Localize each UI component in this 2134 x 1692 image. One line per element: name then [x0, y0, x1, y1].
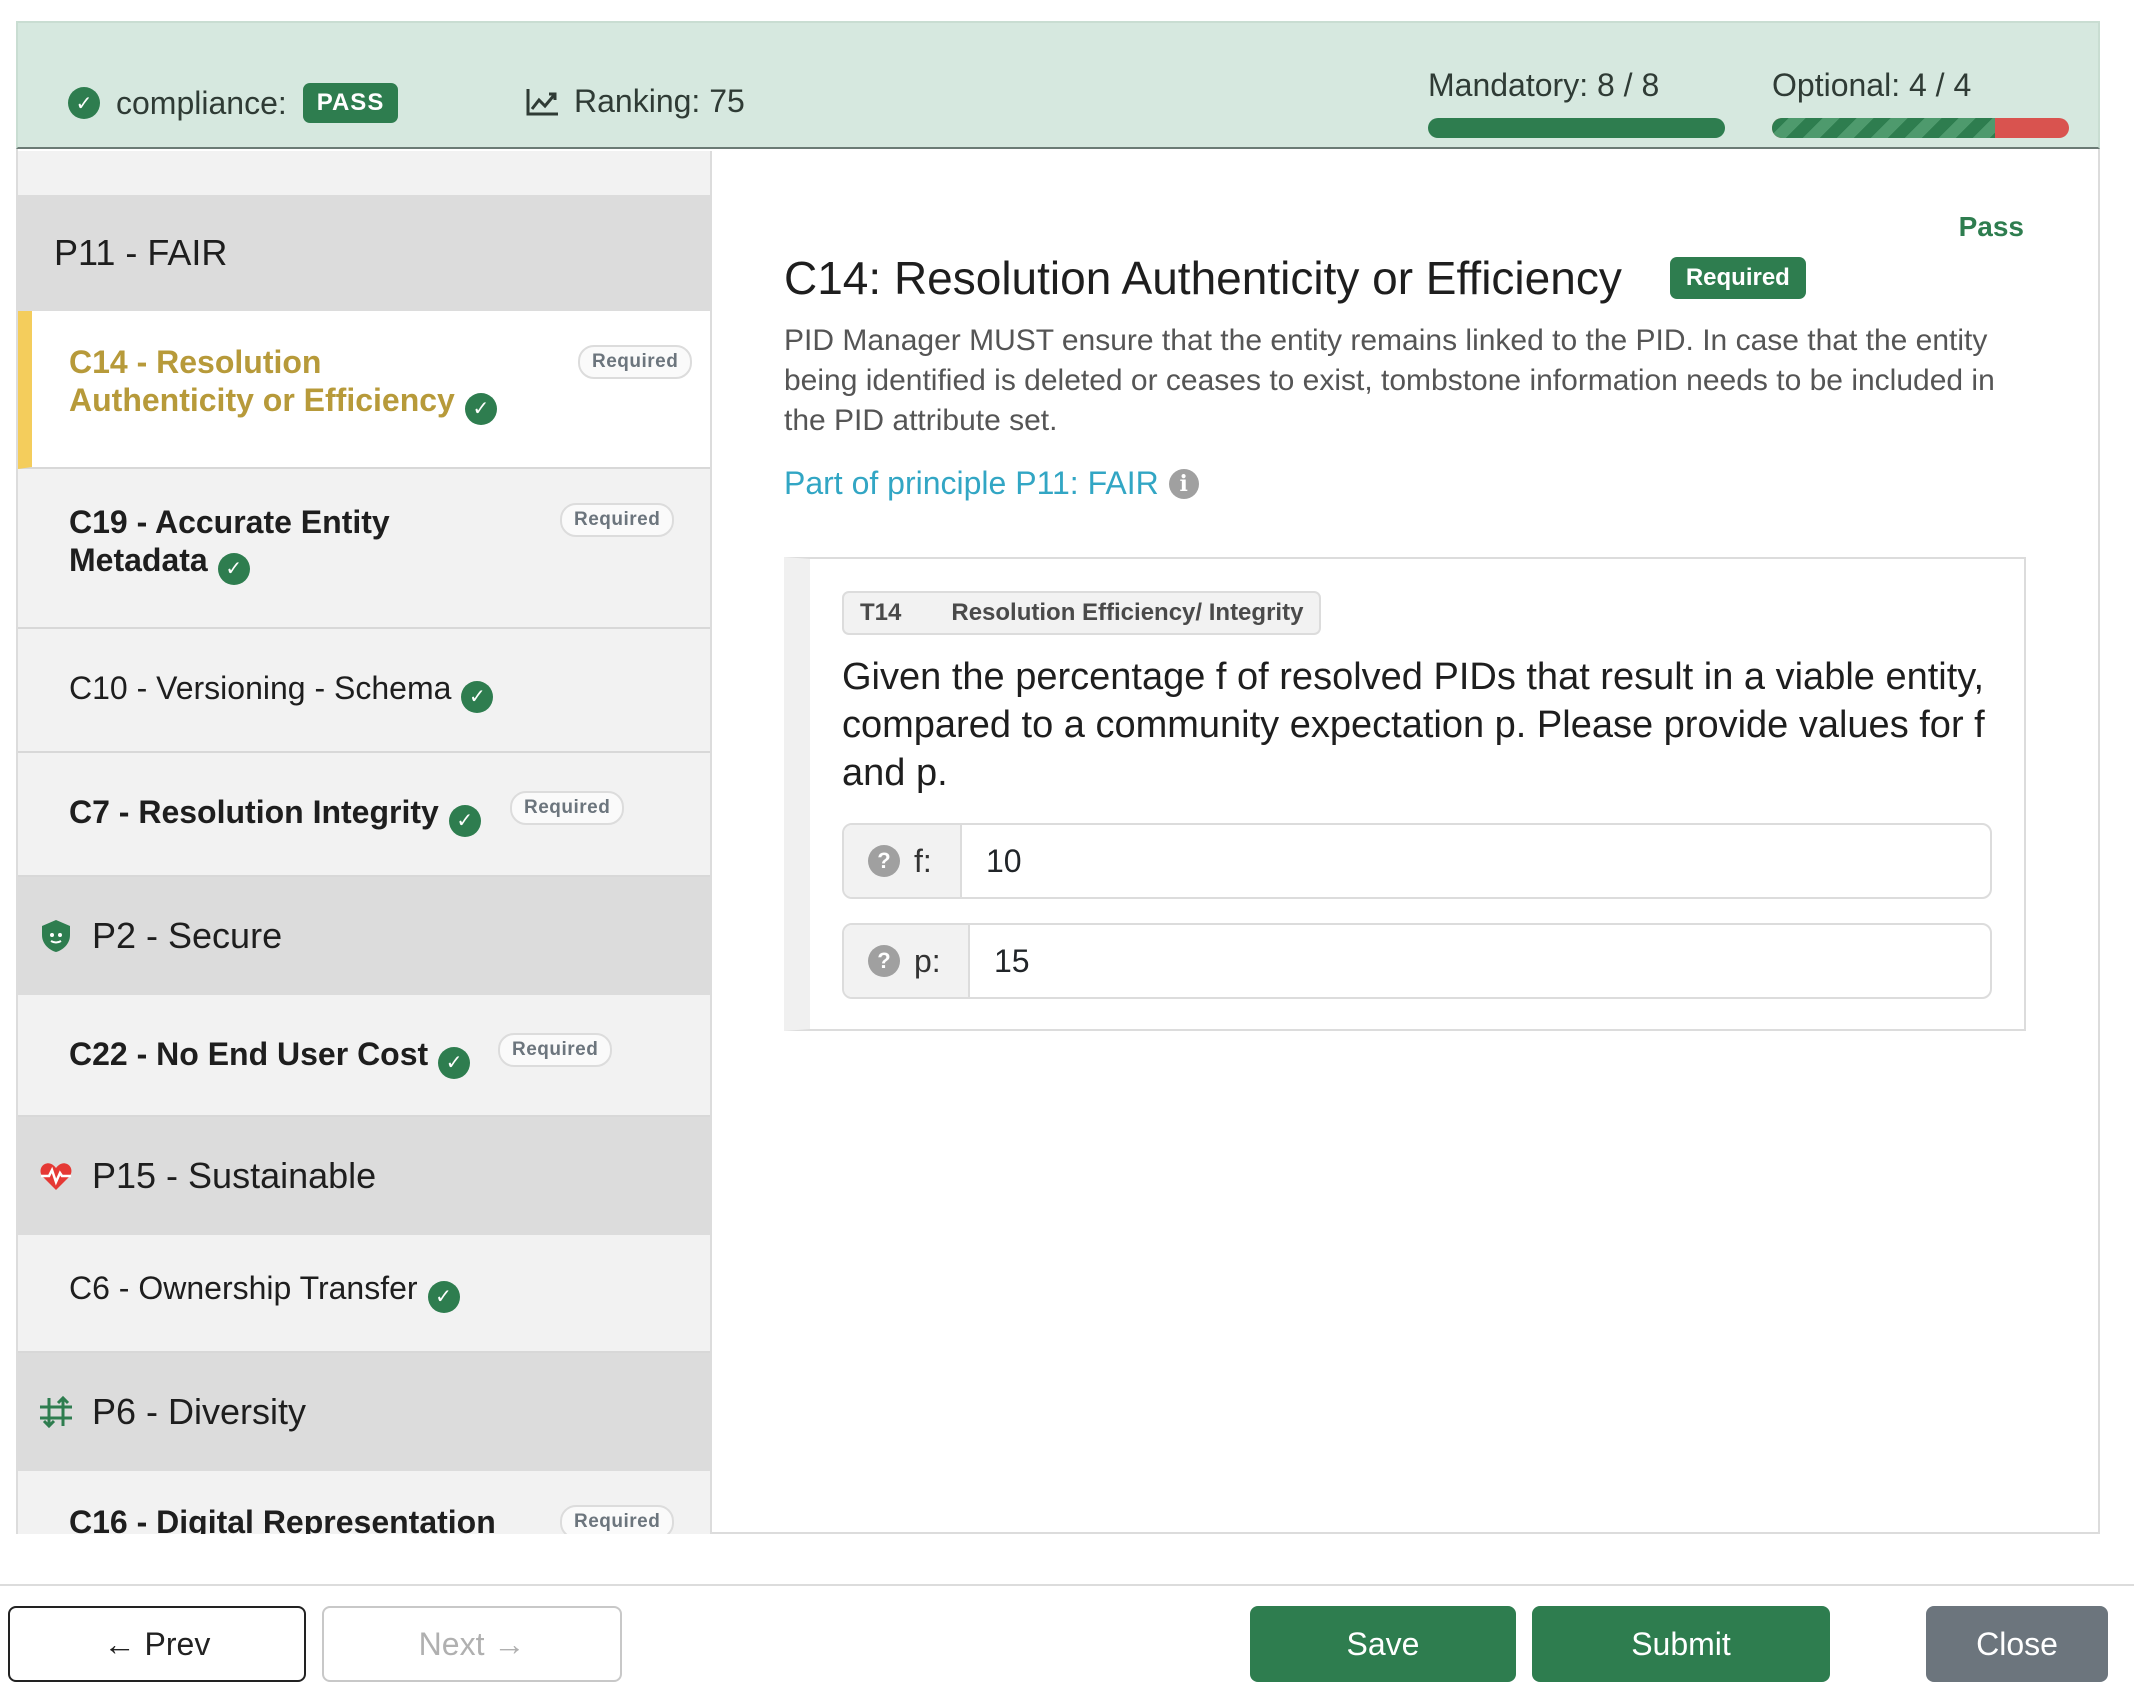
prev-button[interactable]: ← Prev	[8, 1606, 306, 1682]
p-field-label: ? p:	[844, 925, 970, 997]
criteria-sidebar[interactable]: P11 - FAIR C14 - Resolution Authenticity…	[18, 151, 712, 1534]
check-circle-icon: ✓	[438, 1047, 471, 1079]
optional-progress-fill	[1772, 118, 1995, 138]
f-field-label: ? f:	[844, 825, 962, 897]
f-input[interactable]	[962, 825, 1990, 897]
check-circle-icon: ✓	[464, 393, 497, 425]
line-chart-icon	[526, 88, 558, 115]
footer-actions: ← Prev Next → Save Submit Close	[0, 1584, 2134, 1692]
sidebar-principle-p15[interactable]: P15 - Sustainable	[18, 1117, 710, 1235]
required-pill: Required	[498, 1033, 613, 1067]
sidebar-item-c22[interactable]: C22 - No End User Cost ✓ Required	[18, 995, 710, 1117]
compliance-badge: PASS	[302, 83, 399, 123]
optional-progress: Optional: 4 / 4	[1772, 67, 2069, 138]
close-button[interactable]: Close	[1926, 1606, 2108, 1682]
ranking-label: Ranking: 75	[574, 83, 745, 119]
sidebar-item-label: C10 - Versioning - Schema ✓	[69, 669, 494, 713]
test-name: Resolution Efficiency/ Integrity	[951, 599, 1304, 626]
info-icon[interactable]: i	[1168, 468, 1199, 499]
shield-icon	[42, 920, 70, 952]
f-field: ? f:	[842, 823, 1992, 899]
principle-link[interactable]: Part of principle P11: FAIR i	[784, 465, 1199, 502]
check-circle-icon: ✓	[68, 87, 100, 119]
principle-link-label[interactable]: Part of principle P11: FAIR	[784, 465, 1159, 502]
question-circle-icon[interactable]: ?	[868, 845, 900, 877]
criterion-description: PID Manager MUST ensure that the entity …	[784, 324, 1995, 437]
sidebar-item-c14[interactable]: C14 - Resolution Authenticity or Efficie…	[18, 311, 710, 469]
criterion-title: C14: Resolution Authenticity or Efficien…	[784, 252, 1622, 304]
question-circle-icon[interactable]: ?	[868, 945, 900, 977]
check-circle-icon: ✓	[427, 1281, 460, 1313]
check-circle-icon: ✓	[448, 805, 481, 837]
sidebar-principle-label: P11 - FAIR	[54, 232, 228, 273]
page-title: C14: Resolution Authenticity or Efficien…	[784, 251, 1806, 305]
sidebar-item-label: C19 - Accurate Entity Metadata ✓	[69, 503, 509, 585]
heartbeat-icon	[40, 1163, 72, 1190]
test-question: Given the percentage f of resolved PIDs …	[842, 656, 1985, 794]
sidebar-principle-p11[interactable]: P11 - FAIR	[18, 195, 710, 311]
required-pill: Required	[560, 1505, 675, 1534]
required-pill: Required	[578, 345, 693, 379]
test-card: T14 Resolution Efficiency/ Integrity Giv…	[784, 557, 2026, 1031]
sidebar-item-c7[interactable]: C7 - Resolution Integrity ✓ Required	[18, 753, 710, 877]
check-circle-icon: ✓	[217, 553, 250, 585]
next-button[interactable]: Next →	[322, 1606, 622, 1682]
sidebar-principle-p2[interactable]: P2 - Secure	[18, 877, 710, 995]
mandatory-progress-bar	[1428, 118, 1725, 138]
optional-progress-bar	[1772, 118, 2069, 138]
optional-label: Optional: 4 / 4	[1772, 67, 1972, 103]
test-id: T14	[860, 599, 902, 626]
compliance-label: compliance:	[116, 84, 287, 121]
p-input[interactable]	[970, 925, 1990, 997]
required-badge: Required	[1669, 257, 1806, 299]
sidebar-principle-label: P2 - Secure	[92, 915, 283, 956]
mandatory-label: Mandatory: 8 / 8	[1428, 67, 1660, 103]
test-tag: T14 Resolution Efficiency/ Integrity	[842, 591, 1322, 635]
mandatory-progress: Mandatory: 8 / 8	[1428, 67, 1725, 138]
ranking: Ranking: 75	[526, 83, 745, 120]
compliance-status: ✓ compliance: PASS	[68, 83, 399, 123]
required-pill: Required	[510, 791, 625, 825]
sidebar-item-c19[interactable]: C19 - Accurate Entity Metadata ✓ Required	[18, 469, 710, 629]
criterion-status: Pass	[1958, 211, 2024, 242]
p-field: ? p:	[842, 923, 1992, 999]
sidebar-item-label: C6 - Ownership Transfer ✓	[69, 1269, 460, 1313]
sidebar-principle-label: P15 - Sustainable	[92, 1155, 377, 1196]
save-button[interactable]: Save	[1250, 1606, 1516, 1682]
sidebar-item-c16[interactable]: C16 - Digital Representation Required	[18, 1471, 710, 1534]
sidebar-item-c10[interactable]: C10 - Versioning - Schema ✓	[18, 629, 710, 753]
criterion-detail: Pass C14: Resolution Authenticity or Eff…	[714, 151, 2098, 1534]
required-pill: Required	[560, 503, 675, 537]
sidebar-principle-label: P6 - Diversity	[92, 1391, 307, 1432]
submit-button[interactable]: Submit	[1532, 1606, 1830, 1682]
sidebar-item-label: C7 - Resolution Integrity ✓	[69, 793, 481, 837]
sidebar-item-label: C16 - Digital Representation	[69, 1504, 496, 1534]
check-circle-icon: ✓	[461, 681, 494, 713]
sidebar-item-c6[interactable]: C6 - Ownership Transfer ✓	[18, 1235, 710, 1353]
sidebar-item-label: C14 - Resolution Authenticity or Efficie…	[69, 343, 509, 425]
status-header: ✓ compliance: PASS Ranking: 75 Mandatory…	[16, 21, 2100, 149]
sidebar-item-label: C22 - No End User Cost ✓	[69, 1035, 471, 1079]
arrows-icon	[40, 1395, 72, 1429]
sidebar-principle-p6[interactable]: P6 - Diversity	[18, 1353, 710, 1471]
